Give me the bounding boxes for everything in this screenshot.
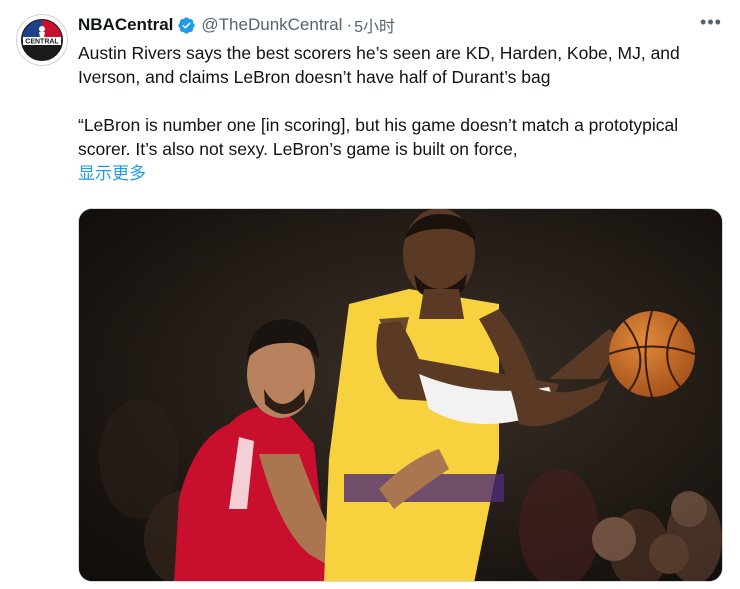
- show-more-link[interactable]: 显示更多: [78, 162, 146, 186]
- more-options-icon[interactable]: •••: [700, 12, 722, 34]
- author-display-name[interactable]: NBACentral: [78, 15, 173, 35]
- tweet-timestamp[interactable]: 5小时: [354, 13, 395, 37]
- header-separator: ·: [346, 15, 353, 34]
- tweet-card[interactable]: CENTRAL NBACentral @TheDunkCentral · 5小时…: [0, 0, 740, 589]
- basketball-photo-icon: [79, 209, 722, 581]
- nba-central-logo-icon: CENTRAL: [18, 16, 66, 64]
- tweet-header: NBACentral @TheDunkCentral · 5小时: [78, 13, 395, 37]
- verified-badge-icon[interactable]: [177, 16, 196, 35]
- author-avatar[interactable]: CENTRAL: [16, 14, 68, 66]
- tweet-text: Austin Rivers says the best scorers he’s…: [78, 41, 728, 186]
- author-handle[interactable]: @TheDunkCentral: [201, 15, 342, 35]
- tweet-text-paragraph-2: “LeBron is number one [in scoring], but …: [78, 115, 679, 159]
- tweet-text-paragraph-1: Austin Rivers says the best scorers he’s…: [78, 43, 680, 87]
- tweet-media-photo[interactable]: [78, 208, 723, 582]
- avatar-logo-text: CENTRAL: [25, 39, 59, 46]
